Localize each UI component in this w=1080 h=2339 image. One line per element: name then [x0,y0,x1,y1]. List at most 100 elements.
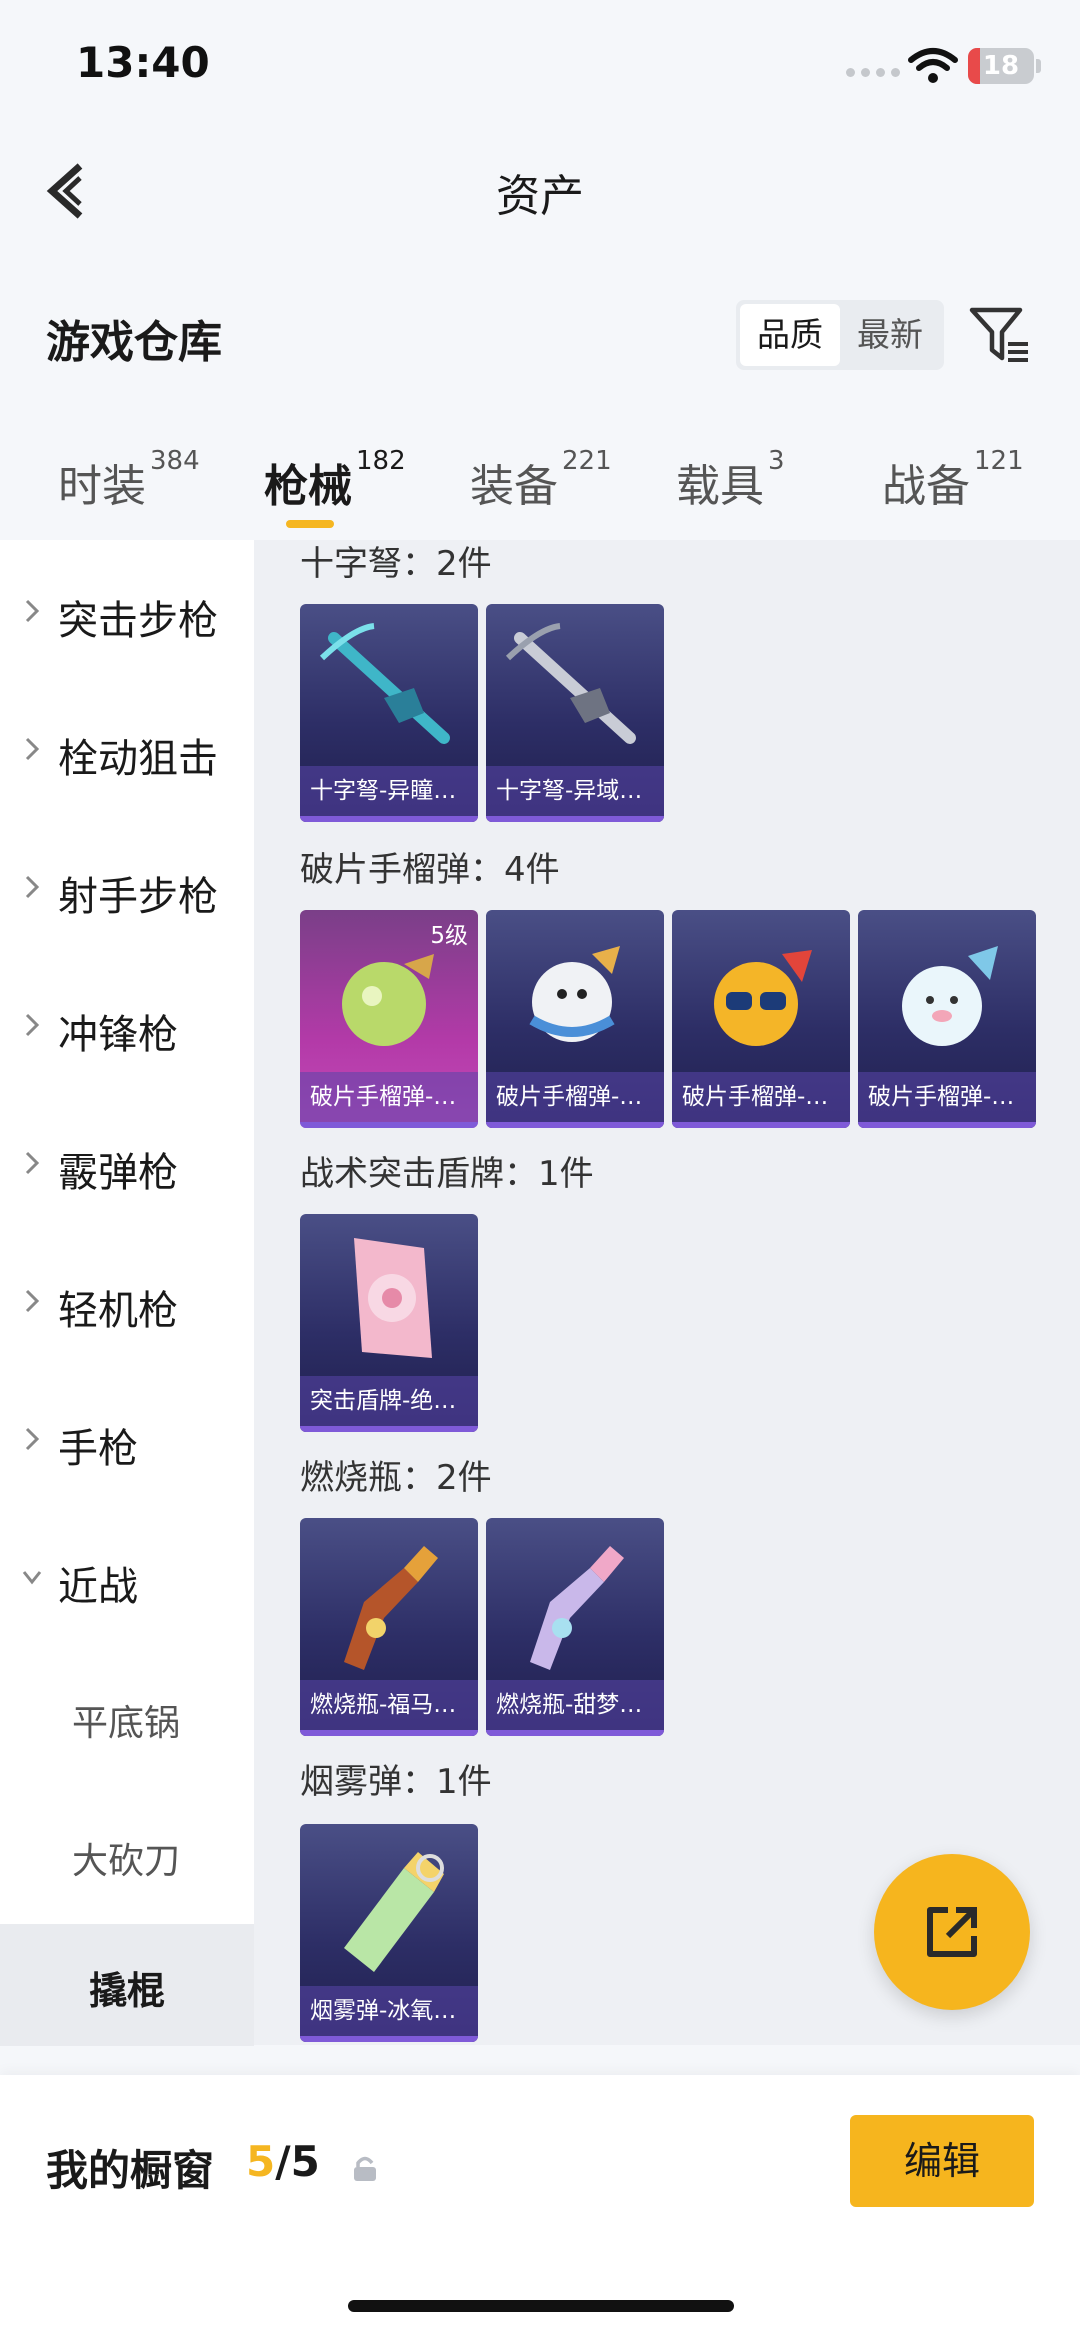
sidebar-subitem-label: 撬棍 [88,1969,165,2013]
sidebar-item-label: 冲锋枪 [58,1012,178,1058]
sidebar-item-bolt-sniper[interactable]: 栓动狙击 [0,702,254,802]
item-name: 燃烧瓶-福马… [300,1680,478,1730]
sidebar-item-assault-rifle[interactable]: 突击步枪 [0,564,254,664]
sidebar-item-smg[interactable]: 冲锋枪 [0,978,254,1078]
battery-level: 18 [982,51,1020,81]
item-name: 破片手榴弹-… [858,1072,1036,1122]
grenade-art [902,946,998,1046]
item-name: 燃烧瓶-甜梦… [486,1680,664,1730]
sort-option-quality[interactable]: 品质 [740,304,840,366]
tab-count: 221 [562,446,612,476]
grenade-art [529,946,620,1042]
group-title: 十字弩：2件 [300,544,492,584]
sidebar-subitem-machete[interactable]: 大砍刀 [0,1806,254,1906]
tab-label: 时装 [58,461,146,512]
chevron-right-icon [25,1427,40,1451]
group-title: 烟雾弹：1件 [300,1762,492,1802]
item-grid: 十字弩：2件 十字弩-异瞳… 十字弩-异域… 破片手榴弹：4件 5级 破片手榴弹… [254,540,1080,2045]
tab-label: 装备 [470,461,558,512]
showcase-current: 5 [246,2137,276,2186]
edit-button[interactable]: 编辑 [850,2115,1034,2207]
tab-vehicles[interactable]: 载具 3 [676,446,785,514]
item-card[interactable]: 燃烧瓶-福马… [300,1518,478,1736]
sidebar: 突击步枪 栓动狙击 射手步枪 冲锋枪 霰弹枪 轻机枪 手枪 近战 平底锅 大砍刀… [0,540,254,2046]
sidebar-subitem-crowbar[interactable]: 撬棍 [0,1924,254,2046]
item-card[interactable]: 燃烧瓶-甜梦… [486,1518,664,1736]
tab-label: 枪械 [264,461,352,512]
molotov-art [344,1546,438,1670]
tab-label: 战备 [882,461,970,512]
status-time: 13:40 [76,38,210,87]
sidebar-item-label: 近战 [58,1564,138,1610]
item-name: 十字弩-异瞳… [300,766,478,816]
chevron-right-icon [25,1151,40,1175]
item-name: 十字弩-异域… [486,766,664,816]
item-card[interactable]: 破片手榴弹-… [858,910,1036,1128]
sort-option-newest[interactable]: 最新 [840,304,940,366]
sidebar-item-pistol[interactable]: 手枪 [0,1392,254,1492]
item-card[interactable]: 破片手榴弹-… [486,910,664,1128]
tab-equipment[interactable]: 装备 221 [470,446,612,514]
status-bar: 13:40 18 [0,0,1080,130]
sidebar-item-label: 轻机枪 [58,1288,178,1334]
share-external-icon [927,1907,977,1957]
active-tab-indicator [286,520,334,528]
tab-label: 载具 [676,461,764,512]
page-title: 资产 [496,171,584,222]
sidebar-item-label: 突击步枪 [58,598,218,644]
group-title: 破片手榴弹：4件 [300,850,560,890]
showcase-label: 我的橱窗 [46,2146,215,2195]
sort-toggle: 品质 最新 [736,300,944,370]
shield-art [354,1238,432,1358]
sidebar-item-label: 栓动狙击 [58,736,218,782]
section-header: 游戏仓库 品质 最新 [0,280,1080,390]
molotov-art [530,1546,624,1670]
sidebar-subitem-frying-pan[interactable]: 平底锅 [0,1668,254,1768]
chevron-down-icon [22,1571,42,1585]
item-card[interactable]: 突击盾牌-绝… [300,1214,478,1432]
item-card[interactable]: 十字弩-异域… [486,604,664,822]
tab-count: 3 [768,446,785,476]
sidebar-item-label: 射手步枪 [58,874,218,920]
showcase-count: 5/5 [246,2137,320,2186]
sidebar-subitem-label: 大砍刀 [72,1841,181,1882]
item-card[interactable]: 破片手榴弹-… [672,910,850,1128]
item-name: 破片手榴弹-… [300,1072,478,1122]
item-name: 破片手榴弹-… [672,1072,850,1122]
item-name: 烟雾弹-冰氧… [300,1986,478,2036]
item-card[interactable]: 烟雾弹-冰氧… [300,1824,478,2042]
crossbow-art [505,623,636,744]
sidebar-item-marksman-rifle[interactable]: 射手步枪 [0,840,254,940]
share-button[interactable] [874,1854,1030,2010]
battery-icon: 18 [968,48,1034,84]
tab-count: 384 [150,446,200,476]
sidebar-item-shotgun[interactable]: 霰弹枪 [0,1116,254,1216]
chevron-right-icon [25,599,40,623]
group-title: 燃烧瓶：2件 [300,1458,492,1498]
smoke-grenade-art [344,1852,444,1972]
cellular-signal-icon [846,68,900,77]
sidebar-item-melee[interactable]: 近战 [0,1530,254,1630]
category-tabs: 时装 384 枪械 182 装备 221 载具 3 战备 121 [0,430,1080,540]
grenade-art [342,954,434,1046]
group-title: 战术突击盾牌：1件 [300,1154,594,1194]
wifi-icon [908,48,958,83]
grenade-art [714,950,812,1046]
tab-firearms[interactable]: 枪械 182 [264,446,406,514]
filter-icon[interactable] [966,302,1032,368]
chevron-right-icon [25,737,40,761]
sidebar-item-label: 手枪 [58,1426,138,1472]
chevron-right-icon [25,1013,40,1037]
item-card[interactable]: 十字弩-异瞳… [300,604,478,822]
item-card[interactable]: 5级 破片手榴弹-… [300,910,478,1128]
tab-fashion[interactable]: 时装 384 [58,446,200,514]
tab-gear[interactable]: 战备 121 [882,446,1024,514]
sidebar-subitem-label: 平底锅 [72,1703,181,1744]
crossbow-art [319,623,450,744]
sidebar-item-lmg[interactable]: 轻机枪 [0,1254,254,1354]
home-indicator [348,2300,734,2312]
chevron-right-icon [25,875,40,899]
chevron-right-icon [25,1289,40,1313]
lock-icon [354,2156,376,2181]
showcase-total: /5 [275,2137,320,2186]
